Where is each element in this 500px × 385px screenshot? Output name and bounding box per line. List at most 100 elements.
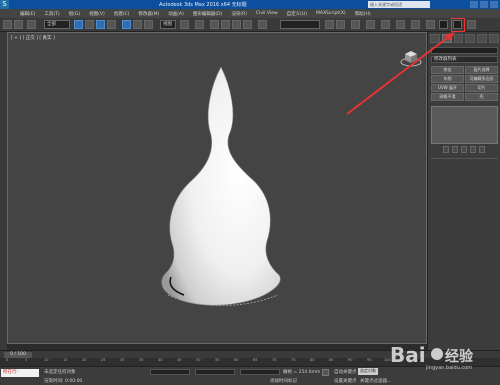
tab-modify[interactable] (441, 34, 452, 43)
angle-snap-icon[interactable] (221, 20, 230, 29)
curve-editor-icon[interactable] (381, 20, 390, 29)
menu-item-views[interactable]: 视图(V) (89, 11, 105, 17)
move-icon[interactable] (122, 20, 131, 29)
svg-text:jingyan.baidu.com: jingyan.baidu.com (425, 365, 472, 370)
schematic-view-icon[interactable] (396, 20, 405, 29)
close-icon[interactable] (490, 1, 498, 8)
tab-display[interactable] (477, 34, 488, 43)
modifier-button[interactable]: 面片选择 (465, 66, 498, 74)
menu-item-modifiers[interactable]: 修改器(M) (138, 11, 159, 17)
selected-dropdown[interactable]: 选定对象 (358, 368, 378, 375)
menu-item-tools[interactable]: 工具(T) (44, 11, 59, 17)
ruler-tick: 55 (215, 358, 220, 362)
modifier-list-dropdown[interactable]: 修改器列表 (431, 56, 498, 63)
redo-icon[interactable] (14, 20, 23, 29)
modifier-button[interactable]: 挤出 (431, 66, 464, 74)
menu-item-group[interactable]: 组(G) (69, 11, 81, 17)
spinner-snap-icon[interactable] (243, 20, 252, 29)
tab-hierarchy[interactable] (453, 34, 464, 43)
tab-motion[interactable] (465, 34, 476, 43)
layer-manager-icon[interactable] (351, 20, 360, 29)
undo-icon[interactable] (3, 20, 12, 29)
key-icon[interactable] (322, 369, 329, 376)
main-toolbar: 全部 视图 (0, 18, 500, 32)
pivot-center-icon[interactable] (180, 20, 189, 29)
y-coordinate-field[interactable] (195, 369, 235, 375)
maximize-icon[interactable] (480, 1, 488, 8)
rotate-icon[interactable] (133, 20, 142, 29)
title-bar: S Autodesk 3ds Max 2016 x64 无标题 键入关键字或短语 (0, 0, 500, 9)
named-selection-icon[interactable] (258, 20, 267, 29)
graphite-ribbon-icon[interactable] (366, 20, 375, 29)
show-end-result-icon[interactable] (452, 146, 458, 153)
ruler-tick: 65 (253, 358, 258, 362)
ruler-tick: 70 (272, 358, 277, 362)
highlighted-render-button-frame (451, 18, 465, 32)
key-filters-button[interactable]: 关键点过滤器... (360, 378, 391, 384)
modifier-button[interactable]: 切片 (465, 84, 498, 92)
ruler-tick: 95 (367, 358, 372, 362)
add-time-tag-label[interactable]: 添加时间标记 (270, 378, 297, 384)
z-coordinate-field[interactable] (240, 369, 280, 375)
svg-text:经验: 经验 (445, 348, 474, 365)
ruler-tick: 35 (139, 358, 144, 362)
mirror-icon[interactable] (325, 20, 334, 29)
menu-item-help[interactable]: 帮助(H) (355, 11, 371, 17)
minimize-icon[interactable] (470, 1, 478, 8)
scale-icon[interactable] (144, 20, 153, 29)
object-name-field[interactable] (431, 47, 498, 54)
ruler-tick: 60 (234, 358, 239, 362)
menu-item-civil-view[interactable]: Civil View (256, 11, 278, 16)
search-input[interactable]: 键入关键字或短语 (368, 1, 430, 8)
remove-modifier-icon[interactable] (470, 146, 476, 153)
render-iterative-icon[interactable] (467, 20, 476, 29)
window-crossing-icon[interactable] (107, 20, 116, 29)
gourd-model[interactable] (8, 33, 428, 345)
select-object-icon[interactable] (74, 20, 83, 29)
link-icon[interactable] (27, 20, 36, 29)
rendered-frame-window-icon[interactable] (439, 20, 448, 29)
modifier-stack[interactable] (431, 106, 498, 144)
snap-toggle-icon[interactable] (210, 20, 219, 29)
configure-sets-icon[interactable] (479, 146, 485, 153)
selection-status-text: 未选定任何对象 (44, 370, 76, 375)
menu-item-maxscript[interactable]: MAXScript(X) (316, 11, 346, 16)
menu-item-edit[interactable]: 编辑(E) (20, 11, 35, 17)
x-coordinate-field[interactable] (150, 369, 190, 375)
maxscript-listener-field[interactable]: 所在行: (1, 369, 39, 377)
modifier-button[interactable]: 壳 (465, 93, 498, 101)
ruler-tick: 0 (6, 358, 9, 362)
svg-text:Bai: Bai (390, 343, 426, 367)
menu-item-create[interactable]: 创建(C) (114, 11, 130, 17)
menu-item-animation[interactable]: 动画(A) (168, 11, 184, 17)
percent-snap-icon[interactable] (232, 20, 241, 29)
ruler-tick: 10 (44, 358, 49, 362)
tab-create[interactable] (430, 34, 440, 43)
window-title: Autodesk 3ds Max 2016 x64 无标题 (159, 2, 247, 8)
select-manipulate-icon[interactable] (195, 20, 204, 29)
select-by-name-icon[interactable] (85, 20, 94, 29)
viewport-perspective[interactable]: [ + ] [ 正交 ] [ 真实 ] (7, 32, 427, 344)
pin-stack-icon[interactable] (443, 146, 449, 153)
rectangle-selection-icon[interactable] (96, 20, 105, 29)
reference-coordinate-dropdown[interactable]: 视图 (160, 20, 176, 29)
modifier-button[interactable]: 车削 (431, 75, 464, 83)
menu-item-rendering[interactable]: 渲染(R) (231, 11, 247, 17)
autokey-label[interactable]: 自动关键点 (334, 369, 357, 375)
make-unique-icon[interactable] (461, 146, 467, 153)
modifier-button[interactable]: 可编辑多边形 (465, 75, 498, 83)
ruler-tick: 20 (82, 358, 87, 362)
baidu-jingyan-watermark: Bai 经验 jingyan.baidu.com (390, 343, 474, 370)
align-icon[interactable] (336, 20, 345, 29)
named-selection-set-dropdown[interactable] (280, 20, 320, 29)
tab-utilities[interactable] (489, 34, 499, 43)
modifier-button[interactable]: UVW 展开 (431, 84, 464, 92)
material-editor-icon[interactable] (411, 20, 420, 29)
setkey-label[interactable]: 设置关键点 (334, 378, 357, 384)
menu-item-customize[interactable]: 自定义(U) (287, 11, 307, 17)
menu-item-graph-editors[interactable]: 图形编辑器(D) (193, 11, 222, 17)
selection-filter-dropdown[interactable]: 全部 (44, 20, 70, 29)
modifier-button[interactable]: 网格平滑 (431, 93, 464, 101)
render-setup-icon[interactable] (426, 20, 435, 29)
app-logo-icon[interactable]: S (0, 0, 9, 9)
